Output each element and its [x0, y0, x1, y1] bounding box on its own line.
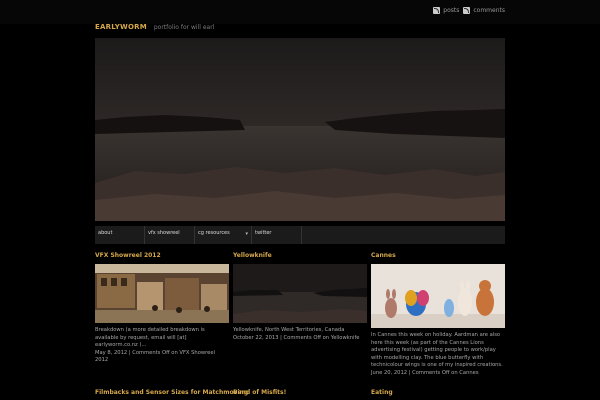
nav-item-label: about	[98, 230, 113, 236]
rss-icon	[433, 7, 441, 14]
clay-figures-image	[371, 264, 505, 328]
comments-feed-link[interactable]: comments	[463, 7, 505, 14]
nav-item-twitter[interactable]: twitter	[252, 226, 302, 244]
nav-item-vfx-showreel[interactable]: vfx showreel	[145, 226, 195, 244]
rss-icon	[463, 7, 471, 14]
post-title-eating[interactable]: Eating	[371, 389, 393, 396]
post-thumbnail[interactable]	[95, 264, 229, 323]
post-excerpt: Breakdown (a more detailed breakdown is …	[95, 327, 205, 349]
post-title[interactable]: Yellowknife	[233, 252, 367, 262]
post-title-filmbacks[interactable]: Filmbacks and Sensor Sizes for Matchmovi…	[95, 389, 248, 396]
post-cannes: Cannes In Cannes this week on holiday. A…	[371, 252, 505, 378]
post-yellowknife: Yellowknife Yellowknife, North West Terr…	[233, 252, 367, 342]
hero-image	[95, 38, 505, 221]
main-nav: about vfx showreel cg resources ▾ twitter	[95, 226, 505, 244]
site-tagline: portfolio for will earl	[153, 24, 215, 31]
top-bar	[0, 0, 600, 24]
site-header: EARLYWORM portfolio for will earl	[95, 23, 214, 31]
post-meta: June 20, 2012 | Comments Off on Cannes	[371, 369, 479, 376]
post-meta: May 8, 2012 | Comments Off on VFX Showre…	[95, 349, 215, 364]
chevron-down-icon: ▾	[245, 231, 248, 237]
post-thumbnail[interactable]	[371, 264, 505, 328]
posts-feed-link[interactable]: posts	[433, 7, 459, 14]
post-vfx-showreel: VFX Showreel 2012 Breakdown (a more deta…	[95, 252, 229, 365]
nav-item-label: twitter	[255, 230, 272, 236]
post-excerpt: Yellowknife, North West Territories, Can…	[233, 327, 345, 333]
feed-links: posts comments	[433, 7, 505, 14]
post-meta: October 22, 2013 | Comments Off on Yello…	[233, 334, 360, 341]
nav-item-cg-resources[interactable]: cg resources ▾	[195, 226, 252, 244]
post-title-band-of-misfits[interactable]: Band of Misfits!	[233, 389, 286, 396]
nav-item-label: cg resources	[198, 230, 230, 236]
western-town-image	[95, 264, 229, 323]
post-excerpt: In Cannes this week on holiday. Aardman …	[371, 332, 503, 369]
nav-item-label: vfx showreel	[148, 230, 180, 236]
lake-landscape-image	[95, 38, 505, 221]
post-title[interactable]: VFX Showreel 2012	[95, 252, 229, 262]
lake-thumbnail-image	[233, 264, 367, 323]
site-name[interactable]: EARLYWORM	[95, 23, 147, 31]
post-thumbnail[interactable]	[233, 264, 367, 323]
post-title[interactable]: Cannes	[371, 252, 505, 262]
nav-item-about[interactable]: about	[95, 226, 145, 244]
comments-feed-label: comments	[473, 7, 505, 14]
posts-feed-label: posts	[443, 7, 460, 14]
